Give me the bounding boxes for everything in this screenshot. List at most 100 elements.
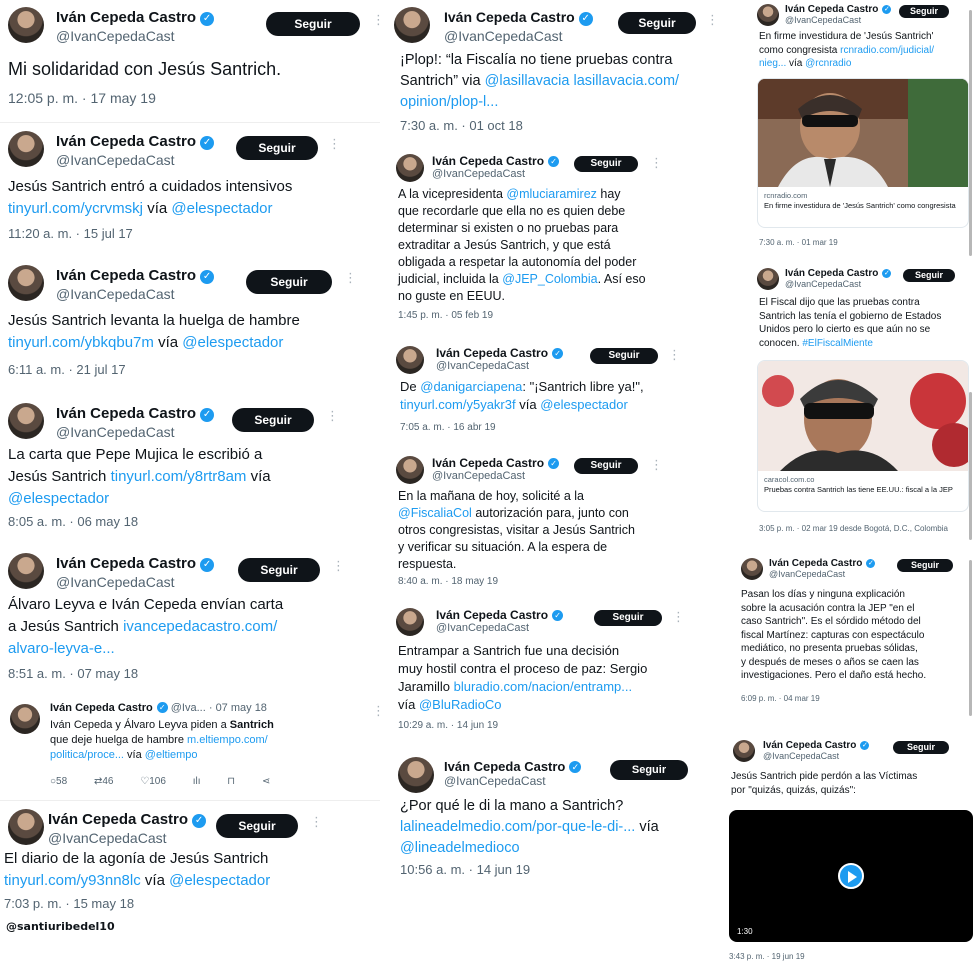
follow-button[interactable]: Seguir [574,156,638,172]
tweet-timestamp[interactable]: · 07 may 18 [209,702,267,714]
author-handle[interactable]: @IvanCepedaCast [444,28,563,44]
tweet-timestamp[interactable]: 12:05 p. m. · 17 may 19 [8,90,156,106]
mention-link[interactable]: @rcnradio [805,58,851,69]
tweet-timestamp[interactable]: 7:30 a. m. · 01 mar 19 [759,238,838,247]
follow-button[interactable]: Seguir [594,610,662,626]
tweet-card[interactable]: Iván Cepeda Castro ✓ @IvanCepedaCast Segu… [747,266,977,538]
reply-button[interactable]: ○58 [50,776,67,787]
tweet-link[interactable]: opinion/plop-l... [400,94,498,110]
tweet-link[interactable]: nieg... [759,58,786,69]
author-handle[interactable]: @IvanCepedaCast [769,569,845,579]
tweet-link[interactable]: ivancepedacastro.com/ [123,618,277,635]
avatar[interactable] [8,403,44,439]
tweet-timestamp[interactable]: 7:03 p. m. · 15 may 18 [4,896,134,911]
tweet-card[interactable]: Iván Cepeda Castro ✓ @IvanCepedaCast Segu… [388,452,728,594]
avatar[interactable] [757,4,779,26]
mention-link[interactable]: @elespectador [171,200,272,217]
author-handle[interactable]: @IvanCepedaCast [785,279,861,289]
follow-button[interactable]: Seguir [238,558,320,582]
follow-button[interactable]: Seguir [610,760,688,780]
tweet-card[interactable]: Iván Cepeda Castro ✓ @IvanCepedaCast Segu… [0,806,380,916]
follow-button[interactable]: Seguir [232,408,314,432]
avatar[interactable] [398,757,434,793]
author-name[interactable]: Iván Cepeda Castro ✓ [432,456,560,470]
tweet-card[interactable]: Iván Cepeda Castro ✓ @IvanCepedaCast Segu… [388,342,728,440]
author-handle[interactable]: @IvanCepedaCast [48,830,167,846]
author-name[interactable]: Iván Cepeda Castro [50,702,153,714]
mention-link[interactable]: @lasillavacia [485,73,570,89]
tweet-timestamp[interactable]: 8:05 a. m. · 06 may 18 [8,514,138,529]
mention-link[interactable]: @elespectador [182,334,283,351]
author-name[interactable]: Iván Cepeda Castro ✓ [56,9,215,26]
mention-link[interactable]: @JEP_Colombia [502,272,597,286]
tweet-timestamp[interactable]: 6:09 p. m. · 04 mar 19 [741,694,820,703]
tweet-card[interactable]: Iván Cepeda Castro ✓ @Iva... · 07 may 18 … [0,700,385,798]
mention-link[interactable]: @mluciaramirez [506,187,596,201]
hashtag-link[interactable]: #ElFiscalMiente [802,338,873,349]
author-handle[interactable]: @IvanCepedaCast [436,622,529,634]
avatar[interactable] [396,456,424,484]
follow-button[interactable]: Seguir [590,348,658,364]
scrollbar[interactable] [969,560,972,716]
follow-button[interactable]: Seguir [574,458,638,474]
tweet-link[interactable]: lalineadelmedio.com/por-que-le-di-... [400,819,635,835]
author-name[interactable]: Iván Cepeda Castro ✓ [432,154,560,168]
scrollbar[interactable] [969,10,972,256]
more-options-icon[interactable]: ⋮ [650,458,663,472]
scrollbar[interactable] [969,392,972,540]
tweet-card[interactable]: Iván Cepeda Castro ✓ @IvanCepedaCast Segu… [729,738,977,966]
tweet-card[interactable]: Iván Cepeda Castro ✓ @IvanCepedaCast Segu… [388,4,728,136]
follow-button[interactable]: Seguir [893,741,949,754]
author-handle[interactable]: @IvanCepedaCast [432,470,525,482]
mention-link[interactable]: @elespectador [8,490,109,507]
tweet-timestamp[interactable]: 7:05 a. m. · 16 abr 19 [400,422,496,433]
author-name[interactable]: Iván Cepeda Castro ✓ [436,608,564,622]
tweet-card[interactable]: Iván Cepeda Castro ✓ @IvanCepedaCast Segu… [388,150,728,328]
tweet-card[interactable]: Iván Cepeda Castro ✓ @IvanCepedaCast Segu… [747,2,977,252]
tweet-card[interactable]: Iván Cepeda Castro ✓ @IvanCepedaCast Segu… [0,4,385,122]
tweet-card[interactable]: Iván Cepeda Castro ✓ @IvanCepedaCast Segu… [0,262,380,386]
tweet-timestamp[interactable]: 10:29 a. m. · 14 jun 19 [398,720,498,731]
tweet-link[interactable]: tinyurl.com/y93nn8lc [4,872,141,889]
mention-link[interactable]: @lineadelmedioco [400,840,520,856]
more-options-icon[interactable]: ⋮ [310,815,323,829]
avatar[interactable] [741,558,763,580]
author-handle[interactable]: @Iva... [171,702,206,714]
tweet-timestamp[interactable]: 3:05 p. m. · 02 mar 19 desde Bogotá, D.C… [759,524,948,533]
tweet-link[interactable]: bluradio.com/nacion/entramp... [454,679,632,694]
avatar[interactable] [396,346,424,374]
tweet-timestamp[interactable]: 8:51 a. m. · 07 may 18 [8,666,138,681]
mention-link[interactable]: @elespectador [540,397,628,412]
link-preview-card[interactable]: caracol.com.co Pruebas contra Santrich l… [757,360,969,512]
author-name[interactable]: Iván Cepeda Castro ✓ [56,555,215,572]
tweet-link[interactable]: m.eltiempo.com/ [187,734,268,746]
author-name[interactable]: Iván Cepeda Castro ✓ [436,346,564,360]
author-handle[interactable]: @IvanCepedaCast [763,751,839,761]
author-handle[interactable]: @IvanCepedaCast [444,774,546,788]
author-handle[interactable]: @IvanCepedaCast [432,168,525,180]
follow-button[interactable]: Seguir [618,12,696,34]
tweet-card[interactable]: Iván Cepeda Castro ✓ @IvanCepedaCast Segu… [388,604,728,738]
author-name[interactable]: Iván Cepeda Castro ✓ [48,811,207,828]
tweet-link[interactable]: lasillavacia.com/ [574,73,680,89]
share-icon[interactable]: ⋖ [262,776,270,787]
tweet-card[interactable]: Iván Cepeda Castro ✓ @IvanCepedaCast Segu… [0,550,380,690]
author-name[interactable]: Iván Cepeda Castro ✓ [444,9,593,26]
more-options-icon[interactable]: ⋮ [326,409,339,423]
link-preview-card[interactable]: rcnradio.com En firme investidura de 'Je… [757,78,969,228]
mention-link[interactable]: @danigarciapena [420,379,522,394]
tweet-timestamp[interactable]: 10:56 a. m. · 14 jun 19 [400,862,530,877]
avatar[interactable] [396,154,424,182]
more-options-icon[interactable]: ⋮ [672,610,685,624]
author-handle[interactable]: @IvanCepedaCast [436,360,529,372]
tweet-link[interactable]: politica/proce... [50,749,124,761]
tweet-timestamp[interactable]: 11:20 a. m. · 15 jul 17 [8,226,133,241]
follow-button[interactable]: Seguir [903,269,955,282]
tweet-timestamp[interactable]: 7:30 a. m. · 01 oct 18 [400,118,523,133]
retweet-button[interactable]: ⇄46 [94,776,114,787]
mention-link[interactable]: @BluRadioCo [419,697,502,712]
tweet-timestamp[interactable]: 3:43 p. m. · 19 jun 19 [729,952,805,961]
author-name[interactable]: Iván Cepeda Castro ✓ [785,4,892,15]
author-handle[interactable]: @IvanCepedaCast [785,15,861,25]
author-name[interactable]: Iván Cepeda Castro ✓ [785,268,892,279]
